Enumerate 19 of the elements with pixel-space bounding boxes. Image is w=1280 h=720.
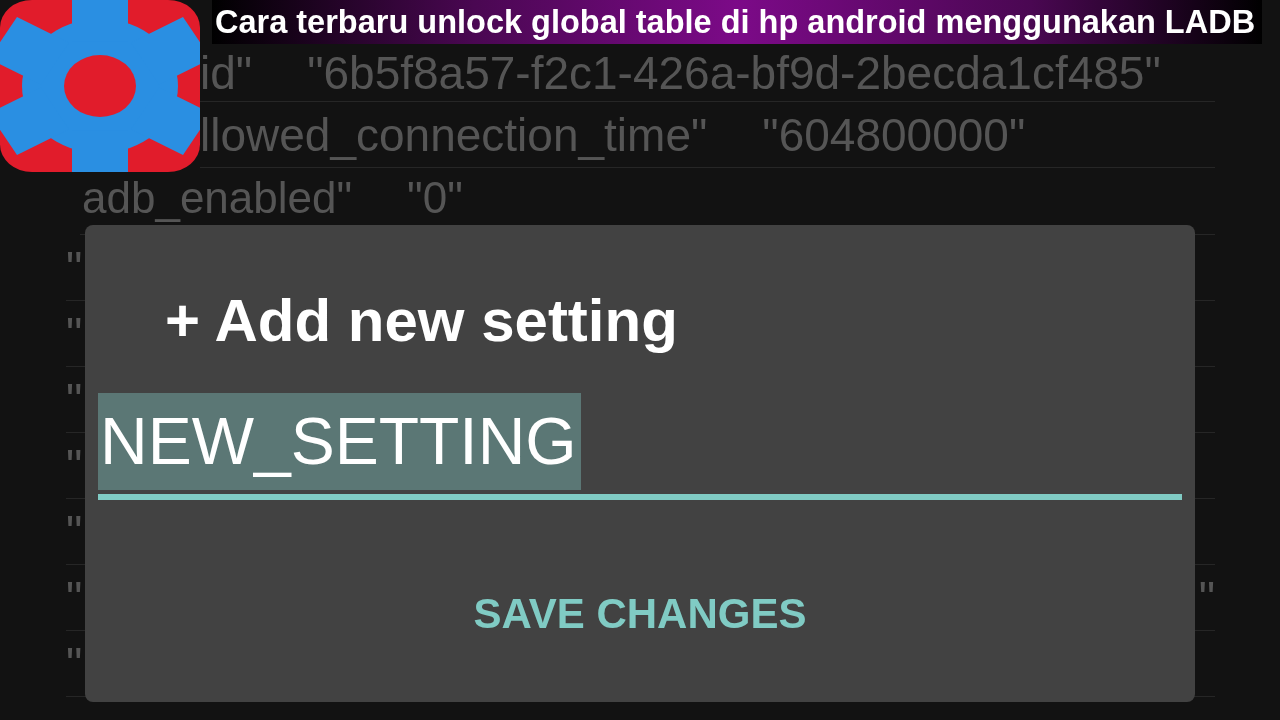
setting-key: " [66, 240, 83, 295]
setting-key: adb_enabled" [82, 172, 353, 223]
setting-key: " [66, 570, 83, 625]
input-field[interactable]: NEW_SETTING [98, 393, 1182, 500]
gear-icon [0, 0, 200, 172]
setting-value: "0" [407, 172, 463, 223]
save-button[interactable]: SAVE CHANGES [457, 580, 823, 648]
setting-key: " [66, 372, 83, 427]
setting-key: id" [200, 45, 253, 100]
title-banner: Cara terbaru unlock global table di hp android menggunakan LADB [212, 0, 1262, 44]
setting-value: "604800000" [762, 107, 1026, 162]
setting-key: " [66, 504, 83, 559]
setting-value: " [1198, 570, 1215, 625]
setting-key: " [66, 438, 83, 493]
dialog-title: + Add new setting [165, 286, 678, 355]
setting-value: "6b5f8a57-f2c1-426a-bf9d-2becda1cf485" [307, 45, 1161, 100]
setting-key: " [66, 636, 83, 691]
setting-key: llowed_connection_time" [200, 107, 708, 162]
setting-key: " [66, 306, 83, 361]
